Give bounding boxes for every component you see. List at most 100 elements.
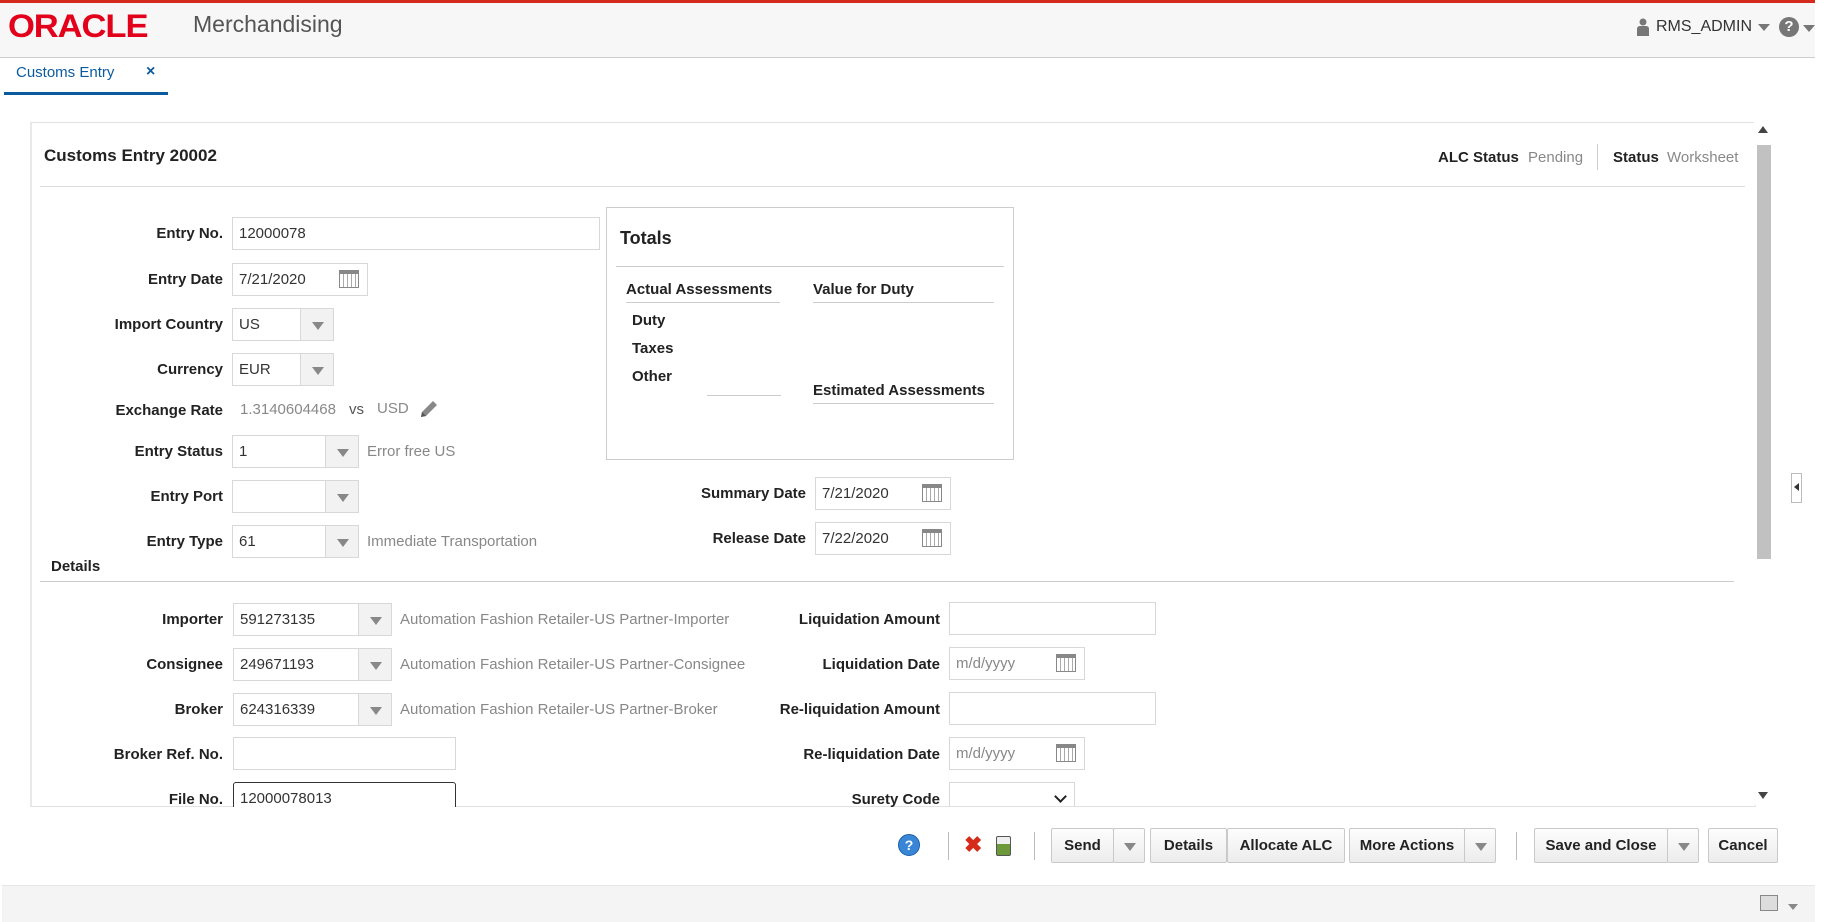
scroll-up-icon[interactable] <box>1758 126 1768 133</box>
actual-assessments-header: Actual Assessments <box>626 281 773 298</box>
user-name: RMS_ADMIN <box>1655 18 1752 35</box>
scroll-thumb[interactable] <box>1757 145 1771 559</box>
details-button[interactable]: Details <box>1150 828 1227 863</box>
title-divider <box>40 186 1745 187</box>
release-date-label: Release Date <box>712 530 806 547</box>
file-no-label: File No. <box>168 791 223 808</box>
import-country-input[interactable]: US <box>232 308 301 341</box>
entry-port-dropdown-icon[interactable] <box>325 480 359 513</box>
calculator-icon[interactable] <box>996 836 1011 856</box>
status-value: Worksheet <box>1667 149 1739 166</box>
status-strip <box>2 885 1815 922</box>
importer-input[interactable]: 591273135 <box>233 603 360 636</box>
currency-input[interactable]: EUR <box>232 353 301 386</box>
taxes-label: Taxes <box>632 340 674 357</box>
delete-icon[interactable]: ✖ <box>964 832 982 858</box>
reliquidation-amount-input[interactable] <box>949 692 1156 725</box>
import-country-label: Import Country <box>114 316 223 333</box>
exchange-rate-currency: USD <box>377 400 409 417</box>
status-label: Status <box>1613 149 1659 166</box>
entry-status-desc: Error free US <box>367 443 456 460</box>
surety-code-label: Surety Code <box>851 791 940 808</box>
alc-status-label: ALC Status <box>1438 149 1519 166</box>
importer-label: Importer <box>162 611 223 628</box>
reliquidation-date-label: Re-liquidation Date <box>803 746 940 763</box>
send-button[interactable]: Send <box>1051 828 1114 863</box>
exchange-rate-vs: vs <box>349 401 364 418</box>
alc-status-value: Pending <box>1528 149 1584 166</box>
other-label: Other <box>632 368 673 385</box>
save-and-close-button[interactable]: Save and Close <box>1534 828 1668 863</box>
entry-type-label: Entry Type <box>146 533 223 550</box>
other-value-rule <box>707 395 781 396</box>
toolbar-separator <box>1034 832 1035 860</box>
broker-ref-input[interactable] <box>233 737 456 770</box>
liquidation-amount-label: Liquidation Amount <box>798 611 940 628</box>
help-menu-chevron-icon[interactable] <box>1803 25 1815 32</box>
allocate-alc-button[interactable]: Allocate ALC <box>1227 828 1345 863</box>
page-title: Customs Entry 20002 <box>44 146 217 165</box>
entry-status-input[interactable]: 1 <box>232 435 326 468</box>
estimated-assessments-header: Estimated Assessments <box>813 382 986 399</box>
totals-title: Totals <box>620 228 672 248</box>
consignee-label: Consignee <box>146 656 223 673</box>
currency-label: Currency <box>157 361 223 378</box>
broker-input[interactable]: 624316339 <box>233 693 360 726</box>
estimated-header-rule <box>813 403 994 404</box>
more-actions-button[interactable]: More Actions <box>1349 828 1465 863</box>
collapse-panel-icon[interactable] <box>1791 473 1802 503</box>
entry-type-dropdown-icon[interactable] <box>325 525 359 558</box>
accessibility-icon[interactable] <box>1760 895 1778 911</box>
exchange-rate-value: 1.3140604468 <box>240 401 336 418</box>
chevron-down-icon[interactable] <box>1788 904 1798 910</box>
oracle-logo: ORACLE <box>8 8 149 44</box>
help-icon[interactable]: ? <box>898 834 920 856</box>
vfd-header-rule <box>813 302 994 303</box>
more-actions-dropdown-icon[interactable] <box>1464 828 1496 863</box>
broker-dropdown-icon[interactable] <box>358 693 392 726</box>
save-and-close-dropdown-icon[interactable] <box>1667 828 1699 863</box>
importer-dropdown-icon[interactable] <box>358 603 392 636</box>
pencil-icon[interactable] <box>418 398 440 420</box>
consignee-desc: Automation Fashion Retailer-US Partner-C… <box>400 656 746 673</box>
calendar-icon[interactable] <box>339 270 359 288</box>
calendar-icon[interactable] <box>922 529 942 547</box>
importer-desc: Automation Fashion Retailer-US Partner-I… <box>400 611 730 628</box>
user-icon <box>1636 18 1649 36</box>
reliquidation-amount-label: Re-liquidation Amount <box>779 701 940 718</box>
duty-label: Duty <box>632 312 666 329</box>
liquidation-date-label: Liquidation Date <box>822 656 941 673</box>
user-menu[interactable]: RMS_ADMIN <box>1636 18 1770 36</box>
send-dropdown-icon[interactable] <box>1113 828 1145 863</box>
summary-date-label: Summary Date <box>700 485 806 502</box>
entry-type-input[interactable]: 61 <box>232 525 326 558</box>
consignee-dropdown-icon[interactable] <box>358 648 392 681</box>
cancel-button[interactable]: Cancel <box>1708 828 1778 863</box>
entry-port-label: Entry Port <box>150 488 223 505</box>
entry-type-desc: Immediate Transportation <box>367 533 538 550</box>
liquidation-amount-input[interactable] <box>949 602 1156 635</box>
actual-header-rule <box>626 302 780 303</box>
entry-date-label: Entry Date <box>147 271 223 288</box>
calendar-icon[interactable] <box>1056 744 1076 762</box>
entry-port-input[interactable] <box>232 480 326 513</box>
scroll-down-icon[interactable] <box>1758 792 1768 799</box>
help-icon[interactable]: ? <box>1779 17 1799 37</box>
chevron-down-icon <box>1758 23 1770 31</box>
broker-label: Broker <box>174 701 223 718</box>
calendar-icon[interactable] <box>922 484 942 502</box>
close-tab-icon[interactable]: × <box>146 63 155 81</box>
status-divider <box>1597 144 1598 170</box>
calendar-icon[interactable] <box>1056 654 1076 672</box>
product-name: Merchandising <box>193 11 343 37</box>
tab-label[interactable]: Customs Entry <box>16 64 114 81</box>
toolbar-separator <box>1516 832 1517 860</box>
entry-status-dropdown-icon[interactable] <box>325 435 359 468</box>
entry-no-label: Entry No. <box>156 225 223 242</box>
currency-dropdown-icon[interactable] <box>300 353 334 386</box>
consignee-input[interactable]: 249671193 <box>233 648 360 681</box>
entry-no-input[interactable]: 12000078 <box>232 217 600 250</box>
entry-status-label: Entry Status <box>134 443 223 460</box>
details-divider <box>40 581 1734 582</box>
import-country-dropdown-icon[interactable] <box>300 308 334 341</box>
